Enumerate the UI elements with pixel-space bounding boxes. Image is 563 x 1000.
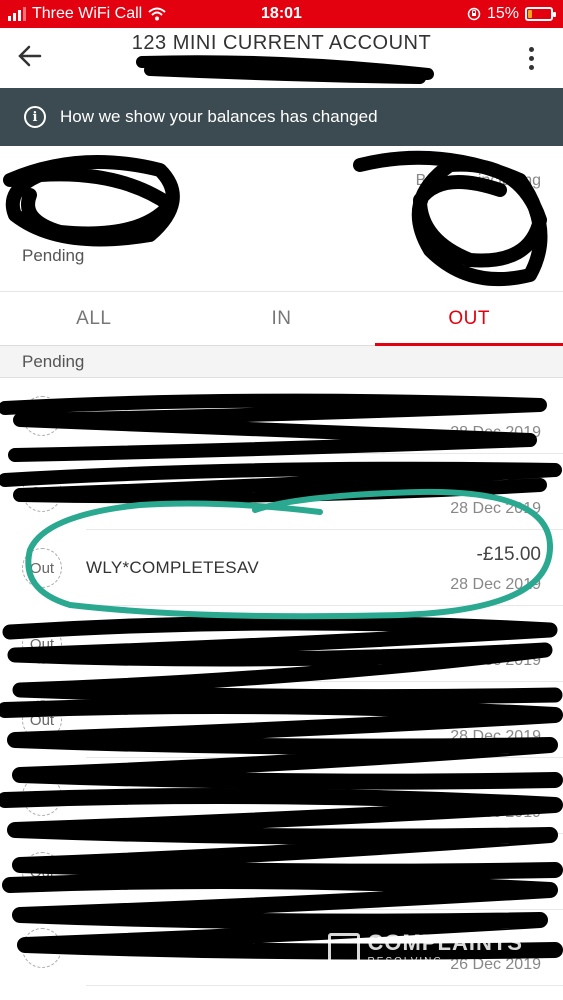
transaction-row[interactable]: Out 28 Dec 2019 xyxy=(22,606,563,682)
orientation-lock-icon xyxy=(467,7,481,21)
date: 28 Dec 2019 xyxy=(450,576,541,593)
battery-info: 15% xyxy=(467,5,556,23)
pending-label: Pending xyxy=(22,246,85,265)
date: 28 Dec 2019 xyxy=(450,652,541,669)
transaction-row[interactable]: Out 28 Dec 2019 xyxy=(22,378,563,454)
tab-out[interactable]: OUT xyxy=(375,292,563,346)
app-header: 123 MINI CURRENT ACCOUNT xyxy=(0,28,563,88)
filter-tabs: ALL IN OUT xyxy=(0,292,563,346)
status-bar: Three WiFi Call 18:01 15% xyxy=(0,0,563,28)
merchant-name: WLY*COMPLETESAV xyxy=(86,558,259,577)
tab-in[interactable]: IN xyxy=(188,292,376,345)
date: 28 Dec 2019 xyxy=(450,880,541,897)
date: 28 Dec 2019 xyxy=(450,424,541,441)
amount: -£15.00 xyxy=(476,544,541,565)
transaction-row[interactable]: Out PAYPAL *EBAY DE 28 Dec 2019 xyxy=(22,758,563,834)
transaction-list: Out 28 Dec 2019 Out 28 Dec 2019 Out WLY*… xyxy=(0,378,563,986)
more-options-icon[interactable] xyxy=(519,42,543,74)
out-badge: Out xyxy=(22,472,62,512)
date: 28 Dec 2019 xyxy=(450,728,541,745)
watermark-logo-icon xyxy=(327,932,360,965)
date: 28 Dec 2019 xyxy=(450,500,541,517)
section-header: Pending xyxy=(0,346,563,378)
tab-all[interactable]: ALL xyxy=(0,292,188,345)
page-title: 123 MINI CURRENT ACCOUNT xyxy=(131,32,432,54)
transaction-row[interactable]: Out WLY*COMPLETESAV -£15.00 28 Dec 2019 xyxy=(22,530,563,606)
out-badge: Out xyxy=(22,776,62,816)
out-badge: Out xyxy=(22,396,62,436)
transaction-row[interactable]: Out 28 Dec 2019 xyxy=(22,834,563,910)
banner-text: How we show your balances has changed xyxy=(60,107,378,126)
battery-icon xyxy=(525,7,556,21)
battery-fill xyxy=(528,10,532,18)
out-badge: Out xyxy=(22,928,62,968)
balance-label: Balance including xyxy=(415,172,541,189)
watermark-text: COMPLAINTS xyxy=(367,930,523,955)
merchant-name: PAYPAL *EBAY DE xyxy=(86,786,236,805)
transaction-row[interactable]: Out 28 Dec 2019 xyxy=(22,454,563,530)
watermark-subtext: RESOLVING xyxy=(367,956,444,967)
info-banner[interactable]: i How we show your balances has changed xyxy=(0,88,563,146)
out-badge: Out xyxy=(22,852,62,892)
out-badge: Out xyxy=(22,624,62,664)
date: 28 Dec 2019 xyxy=(450,804,541,821)
balance-panel: Balance including Pending xyxy=(0,146,563,292)
transaction-row[interactable]: Out 28 Dec 2019 xyxy=(22,682,563,758)
out-badge: Out xyxy=(22,548,62,588)
info-icon: i xyxy=(24,106,46,128)
watermark: COMPLAINTS RESOLVING xyxy=(327,930,523,967)
out-badge: Out xyxy=(22,700,62,740)
battery-percent: 15% xyxy=(486,5,519,22)
